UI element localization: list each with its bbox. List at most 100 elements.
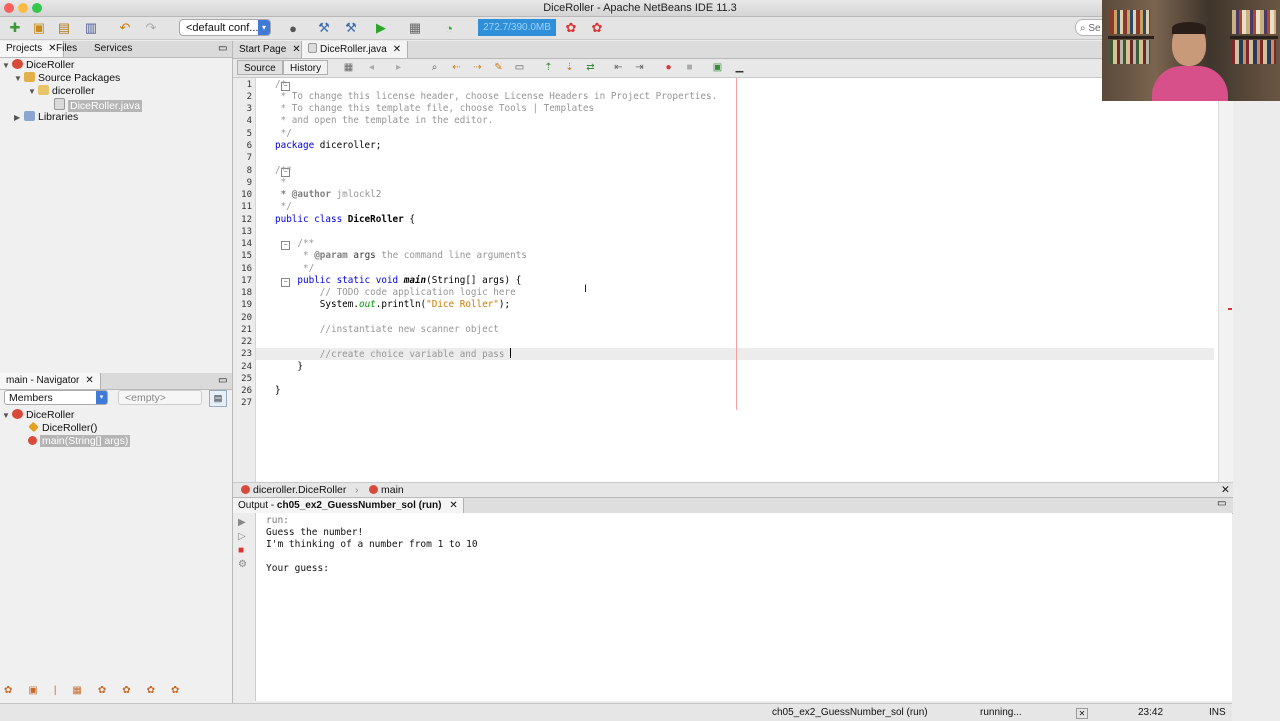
find-icon[interactable]: ⌕ xyxy=(429,62,440,73)
libraries-icon xyxy=(24,111,35,121)
error-stripe-marker[interactable] xyxy=(1228,308,1232,310)
close-icon[interactable]: ✕ xyxy=(393,44,401,55)
rerun-icon[interactable]: ▶ xyxy=(238,517,246,528)
stop-macro-icon[interactable]: ■ xyxy=(684,62,695,73)
build-hammer-icon[interactable]: ⚒ xyxy=(315,19,333,37)
tree-item-package[interactable]: ▼ diceroller xyxy=(28,85,95,98)
source-button[interactable]: Source xyxy=(237,60,283,75)
code-token: diceroller; xyxy=(314,140,382,151)
toggle-highlight-icon[interactable]: ✎ xyxy=(493,62,504,73)
stop-icon[interactable]: ■ xyxy=(238,545,244,556)
forward-icon[interactable]: ▸ xyxy=(393,62,404,73)
projects-tabbar: Projects ✕ Files Services ▭ xyxy=(0,41,232,58)
bookshelf-decoration xyxy=(1232,10,1276,34)
status-task[interactable]: ch05_ex2_GuessNumber_sol (run) xyxy=(772,704,928,721)
expand-arrow-icon[interactable]: ▼ xyxy=(28,85,38,98)
new-project-icon[interactable]: ▣ xyxy=(30,19,48,37)
breadcrumb-method[interactable]: main xyxy=(369,483,404,497)
uncomment-icon[interactable]: ▁ xyxy=(734,62,745,73)
close-icon[interactable]: ✕ xyxy=(85,375,93,386)
line-number: 13 xyxy=(241,227,252,237)
history-button[interactable]: History xyxy=(283,60,329,75)
navigator-filter-icons[interactable]: ✿▣|▦✿✿✿✿ xyxy=(4,685,226,699)
tab-services[interactable]: Services xyxy=(88,41,138,57)
memory-meter[interactable]: 272.7/390.0MB xyxy=(478,19,556,36)
clean-build-icon[interactable]: ⚒ xyxy=(342,19,360,37)
code-line: package diceroller; xyxy=(275,140,381,152)
tree-item-source-packages[interactable]: ▼ Source Packages xyxy=(14,72,120,85)
nav-item-constructor[interactable]: DiceRoller() xyxy=(28,421,97,435)
tab-start-page[interactable]: Start Page ✕ xyxy=(233,41,307,58)
settings-icon[interactable]: ⚙ xyxy=(238,559,247,570)
line-number: 9 xyxy=(246,178,252,188)
editor-scrollbar[interactable] xyxy=(1218,78,1233,482)
filter-select[interactable]: <empty> xyxy=(118,390,202,405)
expand-arrow-icon[interactable]: ▼ xyxy=(2,409,12,422)
last-edit-icon[interactable]: ▦ xyxy=(343,62,354,73)
run-icon[interactable]: ▶ xyxy=(372,19,390,37)
line-number: 25 xyxy=(241,374,252,384)
redo-icon[interactable]: ↷ xyxy=(142,19,160,37)
expand-arrow-icon[interactable]: ▼ xyxy=(14,72,24,85)
shift-left-icon[interactable]: ⇤ xyxy=(613,62,624,73)
find-next-icon[interactable]: ⇢ xyxy=(472,62,483,73)
toggle-bookmark-icon[interactable]: ⇄ xyxy=(585,62,596,73)
source-packages-label: Source Packages xyxy=(38,72,121,84)
close-icon[interactable]: ✕ xyxy=(449,500,457,511)
profiler-icon[interactable]: ✿ xyxy=(588,19,606,37)
minimize-panel-icon[interactable]: ▭ xyxy=(1217,498,1226,509)
minimize-panel-icon[interactable]: ▭ xyxy=(212,373,233,389)
code-line: } xyxy=(275,361,303,372)
code-line: * To change this template file, choose T… xyxy=(275,103,595,114)
tab-files[interactable]: Files xyxy=(50,41,83,57)
file-label: DiceRoller.java xyxy=(68,100,143,112)
start-macro-icon[interactable]: ● xyxy=(663,62,674,73)
code-token: System. xyxy=(275,299,359,310)
settings-globe-icon[interactable]: ● xyxy=(284,19,302,37)
profile-icon[interactable]: ◔ xyxy=(440,19,458,37)
line-number-gutter: 1 2 3 4 5 6 7 8 9 10 11 12 13 14 15 16 1… xyxy=(233,78,256,482)
tab-diceroller-java[interactable]: DiceRoller.java ✕ xyxy=(301,41,409,58)
cancel-task-icon[interactable]: ✕ xyxy=(1076,708,1088,719)
nav-item-main[interactable]: main(String[] args) xyxy=(28,435,131,448)
undo-icon[interactable]: ↶ xyxy=(116,19,134,37)
close-icon[interactable]: ✕ xyxy=(1221,483,1230,497)
members-select[interactable]: Members ▾ xyxy=(4,390,108,405)
back-icon[interactable]: ◂ xyxy=(366,62,377,73)
navigator-options-icon[interactable]: ▤ xyxy=(209,390,227,407)
rerun-different-icon[interactable]: ▷ xyxy=(238,531,246,542)
expand-arrow-icon[interactable]: ▼ xyxy=(2,59,12,72)
code-line: * and open the template in the editor. xyxy=(275,115,494,126)
nav-item-class[interactable]: ▼ DiceRoller xyxy=(2,409,74,422)
class-icon xyxy=(241,485,250,494)
toggle-rect-selection-icon[interactable]: ▭ xyxy=(514,62,525,73)
line-number: 23 xyxy=(241,349,252,359)
open-project-icon[interactable]: ▤ xyxy=(55,19,73,37)
minimize-panel-icon[interactable]: ▭ xyxy=(212,41,233,57)
line-number: 10 xyxy=(241,190,252,200)
comment-icon[interactable]: ▣ xyxy=(712,62,723,73)
tree-item-project[interactable]: ▼ DiceRoller xyxy=(2,59,74,72)
collapse-arrow-icon[interactable]: ▶ xyxy=(14,111,24,124)
find-previous-icon[interactable]: ⇠ xyxy=(451,62,462,73)
gc-icon[interactable]: ✿ xyxy=(562,19,580,37)
next-bookmark-icon[interactable]: ⇣ xyxy=(564,62,575,73)
tab-navigator[interactable]: main - Navigator ✕ xyxy=(0,373,101,389)
shift-right-icon[interactable]: ⇥ xyxy=(634,62,645,73)
save-all-icon[interactable]: ▥ xyxy=(82,19,100,37)
previous-bookmark-icon[interactable]: ⇡ xyxy=(543,62,554,73)
configuration-select[interactable]: <default conf... ▾ xyxy=(179,19,271,36)
tab-output[interactable]: Output - ch05_ex2_GuessNumber_sol (run) ✕ xyxy=(233,498,464,513)
breadcrumb-class[interactable]: diceroller.DiceRoller xyxy=(241,483,346,497)
debug-icon[interactable]: ▦ xyxy=(406,19,424,37)
output-console[interactable]: run: Guess the number! I'm thinking of a… xyxy=(256,513,1232,701)
chevron-down-icon: ▾ xyxy=(96,391,107,404)
person-shirt xyxy=(1152,66,1228,101)
tree-item-libraries[interactable]: ▶ Libraries xyxy=(14,111,78,124)
close-icon[interactable]: ✕ xyxy=(292,44,300,55)
package-icon xyxy=(38,85,49,95)
method-icon xyxy=(369,485,378,494)
line-number: 16 xyxy=(241,264,252,274)
left-panel: Projects ✕ Files Services ▭ ▼ DiceRoller ▼… xyxy=(0,41,233,704)
new-file-icon[interactable]: ✚ xyxy=(6,19,24,37)
